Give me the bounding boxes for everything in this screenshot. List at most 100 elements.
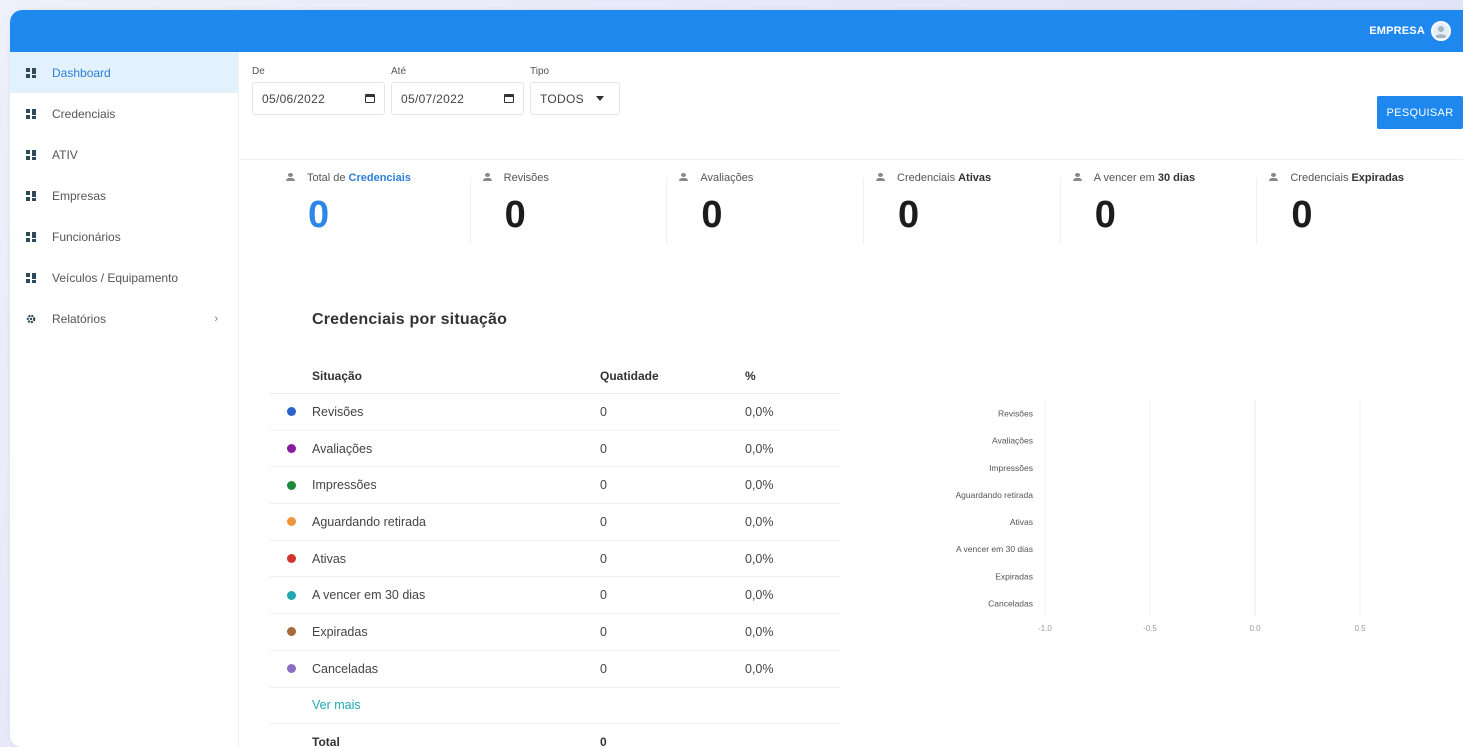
total-row: Total 0 bbox=[270, 724, 840, 747]
sidebar-item-label: Relatórios bbox=[52, 311, 107, 326]
sidebar: Dashboard Credenciais ATIV Empresas Func… bbox=[10, 52, 239, 747]
row-quantidade: 0 bbox=[600, 661, 607, 676]
total-label: Total bbox=[312, 735, 340, 747]
category-label: Expiradas bbox=[995, 571, 1033, 581]
legend-dot bbox=[286, 664, 296, 674]
gear-icon bbox=[26, 314, 36, 323]
sidebar-item-relatorios[interactable]: Relatórios › bbox=[10, 298, 238, 339]
person-icon bbox=[482, 173, 494, 183]
person-icon bbox=[678, 173, 690, 183]
stat-total-credenciais: Total de Credenciais 0 bbox=[283, 172, 480, 262]
sidebar-item-dashboard[interactable]: Dashboard bbox=[10, 52, 238, 93]
stat-value: 0 bbox=[1291, 194, 1313, 236]
from-date-input[interactable]: 05/06/2022 bbox=[252, 82, 385, 115]
row-percent: 0,0% bbox=[745, 588, 774, 603]
stat-label: Avaliações bbox=[678, 172, 873, 184]
header-percent: % bbox=[745, 368, 756, 383]
row-situacao: Canceladas bbox=[312, 661, 379, 676]
table-row: Impressões 0 0,0% bbox=[270, 467, 840, 505]
sidebar-item-label: Veículos / Equipamento bbox=[52, 270, 179, 285]
legend-dot bbox=[286, 517, 296, 527]
top-bar: EMPRESA bbox=[10, 10, 1463, 52]
row-quantidade: 0 bbox=[600, 478, 607, 493]
row-quantidade: 0 bbox=[600, 441, 607, 456]
stat-revisoes: Revisões 0 bbox=[469, 172, 677, 262]
to-date-field: Até 05/07/2022 bbox=[391, 66, 524, 115]
row-percent: 0,0% bbox=[745, 404, 774, 419]
stat-value: 0 bbox=[898, 194, 920, 236]
stat-credenciais-ativas: Credenciais Ativas 0 bbox=[863, 172, 1070, 262]
stat-label-emph: Credenciais bbox=[348, 172, 411, 184]
x-tick-label: 0.5 bbox=[1354, 624, 1366, 632]
from-date-value: 05/06/2022 bbox=[262, 91, 326, 106]
sidebar-item-ativ[interactable]: ATIV bbox=[10, 134, 238, 175]
type-field: Tipo TODOS bbox=[530, 66, 620, 115]
table-header: Situação Quatidade % bbox=[270, 358, 840, 394]
category-label: Avaliações bbox=[992, 436, 1033, 446]
legend-dot bbox=[286, 554, 296, 564]
row-percent: 0,0% bbox=[745, 514, 774, 529]
sidebar-item-credenciais[interactable]: Credenciais bbox=[10, 93, 238, 134]
category-label: A vencer em 30 dias bbox=[956, 544, 1033, 554]
type-label: Tipo bbox=[530, 66, 550, 77]
avatar[interactable] bbox=[1431, 21, 1451, 41]
stat-label-prefix: Total de bbox=[307, 172, 346, 184]
sidebar-item-empresas[interactable]: Empresas bbox=[10, 175, 238, 216]
dot-column bbox=[270, 407, 312, 417]
stat-label-prefix: Credenciais bbox=[897, 172, 956, 184]
from-date-field: De 05/06/2022 bbox=[252, 66, 385, 115]
row-quantidade: 0 bbox=[600, 514, 607, 529]
calendar-icon[interactable] bbox=[365, 94, 375, 103]
type-select[interactable]: TODOS bbox=[530, 82, 620, 115]
search-button[interactable]: PESQUISAR bbox=[1377, 96, 1463, 129]
row-percent: 0,0% bbox=[745, 624, 774, 639]
person-icon bbox=[875, 173, 887, 183]
from-label: De bbox=[252, 66, 265, 77]
see-more-link[interactable]: Ver mais bbox=[312, 698, 600, 712]
table-row: Revisões 0 0,0% bbox=[270, 394, 840, 431]
company-label: EMPRESA bbox=[1369, 25, 1425, 37]
sidebar-item-label: ATIV bbox=[52, 147, 78, 162]
sidebar-item-funcionarios[interactable]: Funcionários bbox=[10, 216, 238, 257]
x-tick-label: -1.0 bbox=[1038, 624, 1052, 632]
stat-label-prefix: A vencer em bbox=[1093, 172, 1155, 184]
calendar-icon[interactable] bbox=[504, 94, 514, 103]
row-quantidade: 0 bbox=[600, 551, 607, 566]
person-icon bbox=[285, 173, 297, 183]
sidebar-item-label: Empresas bbox=[52, 188, 107, 203]
dot-column bbox=[270, 590, 312, 600]
company-menu[interactable]: EMPRESA bbox=[1369, 21, 1451, 41]
row-situacao: Ativas bbox=[312, 551, 347, 566]
dot-column bbox=[270, 554, 312, 564]
row-situacao: Expiradas bbox=[312, 624, 368, 639]
stat-label: Total de Credenciais bbox=[285, 172, 480, 184]
main-content: De 05/06/2022 Até 05/07/2022 Tipo TODOS bbox=[240, 52, 1463, 747]
table-row: Aguardando retirada 0 0,0% bbox=[270, 504, 840, 541]
category-label: Aguardando retirada bbox=[955, 490, 1033, 500]
credentials-table: Situação Quatidade % Revisões 0 0,0% Avalia… bbox=[270, 358, 840, 747]
dot-column bbox=[270, 517, 312, 527]
table-row: A vencer em 30 dias 0 0,0% bbox=[270, 577, 840, 615]
sidebar-item-label: Credenciais bbox=[52, 106, 116, 121]
stat-label-prefix: Credenciais bbox=[1290, 172, 1349, 184]
category-label: Canceladas bbox=[988, 598, 1033, 608]
x-tick-label: -0.5 bbox=[1143, 624, 1157, 632]
app-window: EMPRESA Dashboard Credenciais ATIV Empre… bbox=[10, 10, 1463, 747]
sidebar-item-veiculos[interactable]: Veículos / Equipamento bbox=[10, 257, 238, 298]
grid-icon bbox=[26, 67, 36, 78]
to-date-input[interactable]: 05/07/2022 bbox=[391, 82, 524, 115]
legend-dot bbox=[286, 480, 296, 490]
dot-column bbox=[270, 627, 312, 637]
caret-down-icon bbox=[595, 96, 604, 101]
row-quantidade: 0 bbox=[600, 588, 607, 603]
person-icon bbox=[1072, 173, 1084, 183]
header-situacao: Situação bbox=[312, 368, 363, 383]
category-label: Ativas bbox=[1010, 517, 1033, 527]
row-quantidade: 0 bbox=[600, 404, 607, 419]
stat-a-vencer: A vencer em 30 dias 0 bbox=[1059, 172, 1267, 262]
user-icon bbox=[1435, 26, 1447, 38]
row-quantidade: 0 bbox=[600, 624, 607, 639]
to-date-value: 05/07/2022 bbox=[401, 91, 465, 106]
grid-icon bbox=[26, 108, 36, 119]
row-percent: 0,0% bbox=[745, 661, 774, 676]
